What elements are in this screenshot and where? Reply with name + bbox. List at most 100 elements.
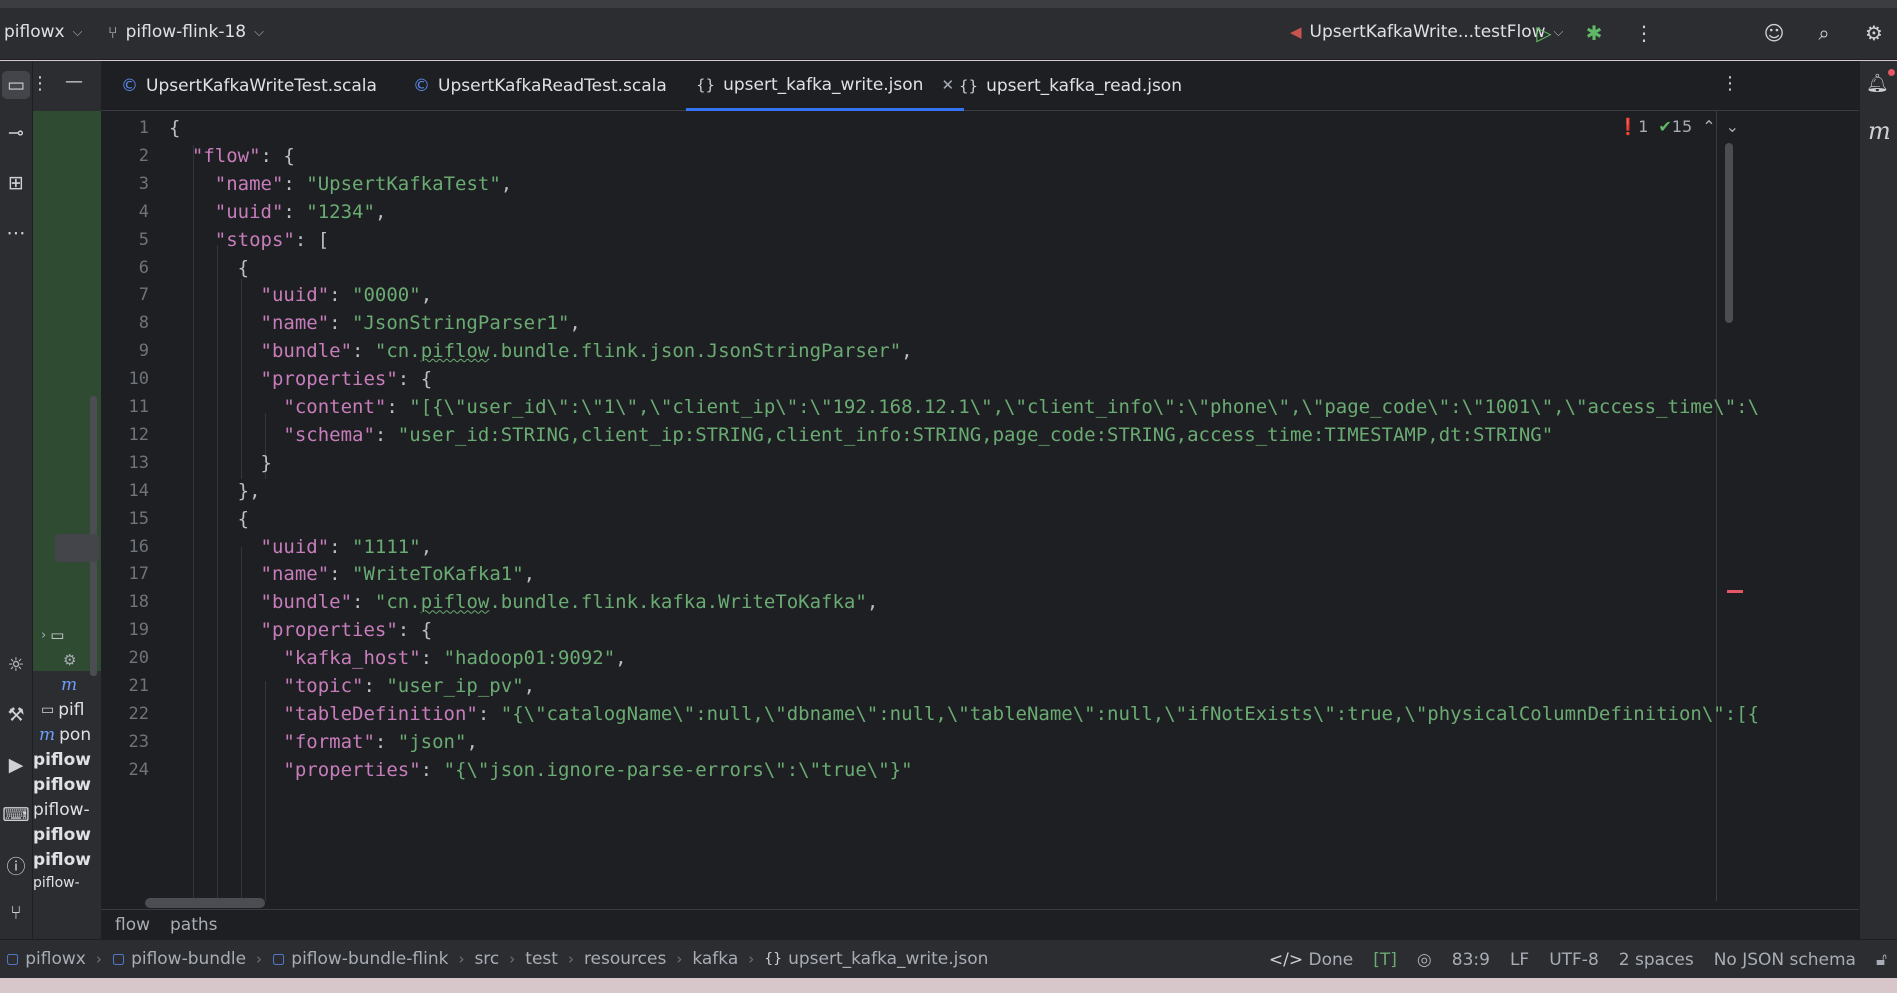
- horizontal-scrollbar[interactable]: [145, 898, 265, 908]
- breadcrumb-item[interactable]: paths: [170, 915, 218, 935]
- lock-icon[interactable]: 🔓︎: [1876, 950, 1887, 970]
- search-icon[interactable]: ⌕: [1809, 18, 1839, 48]
- run-icon[interactable]: ▷: [1529, 18, 1559, 48]
- code-line[interactable]: "properties": {: [169, 617, 433, 645]
- collapse-icon[interactable]: —: [65, 71, 83, 92]
- branch-switcher[interactable]: ⑂ piflow-flink-18 ⌵: [108, 22, 264, 42]
- code-line[interactable]: "format": "json",: [169, 729, 478, 757]
- code-line[interactable]: "tableDefinition": "{\"catalogName\":nul…: [169, 701, 1759, 729]
- commit-icon[interactable]: ⊸: [2, 119, 30, 147]
- more-actions-icon[interactable]: ⋮: [1629, 18, 1659, 48]
- code-line[interactable]: "bundle": "cn.piflow.bundle.flink.kafka.…: [169, 589, 879, 617]
- code-line[interactable]: "name": "UpsertKafkaTest",: [169, 171, 512, 199]
- build-icon[interactable]: ⚒: [2, 701, 30, 729]
- status-path-item[interactable]: src: [474, 949, 499, 969]
- file-encoding[interactable]: UTF-8: [1549, 950, 1599, 970]
- done-widget[interactable]: </> Done: [1269, 950, 1353, 970]
- debug-tool-icon[interactable]: ☼: [2, 651, 30, 679]
- tree-row-module[interactable]: m: [61, 671, 77, 699]
- code-line[interactable]: {: [169, 255, 249, 283]
- problems-icon[interactable]: ⓘ: [2, 851, 30, 879]
- tree-row[interactable]: piflow: [33, 821, 91, 849]
- terminal-icon[interactable]: ⌨: [2, 801, 30, 829]
- tree-row-settings[interactable]: ⚙: [63, 646, 76, 674]
- run-config-selector[interactable]: ◀ UpsertKafkaWrite...testFlow ⌵: [1290, 22, 1563, 42]
- status-path-item[interactable]: resources: [584, 949, 666, 969]
- code-line[interactable]: "properties": "{\"json.ignore-parse-erro…: [169, 757, 912, 785]
- code-line[interactable]: {: [169, 506, 249, 534]
- code-line[interactable]: "kafka_host": "hadoop01:9092",: [169, 645, 626, 673]
- git-icon[interactable]: ⑂: [2, 899, 30, 927]
- line-separator[interactable]: LF: [1510, 950, 1529, 970]
- breadcrumb-item[interactable]: flow: [115, 915, 150, 935]
- tree-row-folder[interactable]: › ▭: [41, 621, 64, 649]
- caret-position[interactable]: 83:9: [1452, 950, 1490, 970]
- code-line[interactable]: "uuid": "1234",: [169, 199, 387, 227]
- project-switcher[interactable]: piflowx ⌵: [4, 22, 82, 42]
- line-number: 21: [128, 676, 149, 696]
- folder-icon[interactable]: ▭: [2, 71, 30, 99]
- chevron-down-icon[interactable]: ⌄: [1726, 117, 1739, 136]
- run-config-icon: ◀: [1290, 23, 1302, 41]
- code-line[interactable]: "content": "[{\"user_id\":\"1\",\"client…: [169, 394, 1759, 422]
- ok-count-value: 15: [1671, 117, 1693, 136]
- error-stripe-mark[interactable]: [1727, 590, 1743, 593]
- status-bar: ▢ piflowx › ▢ piflow-bundle › ▢ piflow-bundle-f…: [0, 939, 1897, 978]
- options-icon[interactable]: ⋮: [31, 73, 49, 94]
- maven-icon[interactable]: m: [1868, 117, 1891, 145]
- json-schema-selector[interactable]: No JSON schema: [1714, 950, 1856, 970]
- gear-icon[interactable]: ⚙: [1859, 18, 1889, 48]
- code-line[interactable]: "name": "JsonStringParser1",: [169, 310, 581, 338]
- code-editor[interactable]: { "flow": { "name": "UpsertKafkaTest", "…: [169, 111, 1759, 901]
- status-path-item[interactable]: ▢ piflow-bundle-flink: [272, 949, 448, 969]
- code-line[interactable]: "uuid": "1111",: [169, 534, 433, 562]
- tab-options-icon[interactable]: ⋮: [1721, 73, 1739, 94]
- tab-upsert-kafka-read-json[interactable]: {} upsert_kafka_read.json: [949, 61, 1192, 111]
- status-path-label: piflowx: [25, 949, 86, 969]
- tree-row[interactable]: piflow-: [33, 869, 80, 897]
- code-line[interactable]: "bundle": "cn.piflow.bundle.flink.json.J…: [169, 338, 913, 366]
- status-path-item[interactable]: ▢ piflowx: [6, 949, 86, 969]
- tab-upsertkafkareadtest-scala[interactable]: © UpsertKafkaReadTest.scala: [403, 61, 677, 111]
- tree-row[interactable]: piflow-: [33, 796, 90, 824]
- code-line[interactable]: "properties": {: [169, 366, 433, 394]
- more-tools-icon[interactable]: ⋯: [2, 219, 30, 247]
- indent-setting[interactable]: 2 spaces: [1619, 950, 1694, 970]
- tree-row[interactable]: piflow: [33, 746, 91, 774]
- tree-row[interactable]: m pon: [39, 721, 91, 749]
- right-tool-bar: 🔔︎ m: [1859, 61, 1897, 939]
- code-line[interactable]: "uuid": "0000",: [169, 282, 433, 310]
- json-file-icon: {}: [696, 75, 716, 94]
- tab-upsertkafkawritetest-scala[interactable]: © UpsertKafkaWriteTest.scala: [111, 61, 387, 111]
- status-path-item[interactable]: ▢ piflow-bundle: [112, 949, 246, 969]
- notifications-icon[interactable]: 🔔︎: [1866, 73, 1889, 94]
- tree-row[interactable]: ▭ pifl: [41, 696, 84, 724]
- code-line[interactable]: "flow": {: [169, 143, 295, 171]
- services-icon[interactable]: ▶: [2, 751, 30, 779]
- power-save-icon[interactable]: ◎: [1417, 950, 1432, 970]
- chevron-up-icon[interactable]: ⌃: [1702, 117, 1715, 136]
- code-line[interactable]: "stops": [: [169, 227, 329, 255]
- code-line[interactable]: "name": "WriteToKafka1",: [169, 561, 536, 589]
- tabnine-icon[interactable]: [T]: [1373, 950, 1397, 970]
- code-line[interactable]: "topic": "user_ip_pv",: [169, 673, 535, 701]
- tree-row-label: piflow-: [33, 800, 90, 820]
- vertical-scrollbar[interactable]: [1725, 143, 1733, 323]
- code-line[interactable]: "schema": "user_id:STRING,client_ip:STRI…: [169, 422, 1553, 450]
- code-line[interactable]: {: [169, 115, 180, 143]
- add-user-icon[interactable]: ☺: [1759, 18, 1789, 48]
- inspection-widget[interactable]: ❗1 ✔15 ⌃ ⌄: [1618, 117, 1739, 136]
- status-path: ▢ piflowx › ▢ piflow-bundle › ▢ piflow-bundle-f…: [0, 949, 988, 969]
- tab-upsert-kafka-write-json[interactable]: {} upsert_kafka_write.json ✕: [686, 61, 965, 111]
- status-path-item[interactable]: {} upsert_kafka_write.json: [764, 949, 988, 969]
- structure-icon[interactable]: ⊞: [2, 169, 30, 197]
- debug-icon[interactable]: ✱: [1579, 18, 1609, 48]
- status-path-item[interactable]: test: [525, 949, 558, 969]
- code-line[interactable]: }: [169, 450, 272, 478]
- code-line[interactable]: },: [169, 478, 261, 506]
- tree-row-label: piflow-: [33, 875, 80, 891]
- tree-row[interactable]: piflow: [33, 771, 91, 799]
- line-number: 17: [128, 564, 149, 585]
- line-number: 9: [138, 341, 149, 362]
- status-path-item[interactable]: kafka: [692, 949, 738, 969]
